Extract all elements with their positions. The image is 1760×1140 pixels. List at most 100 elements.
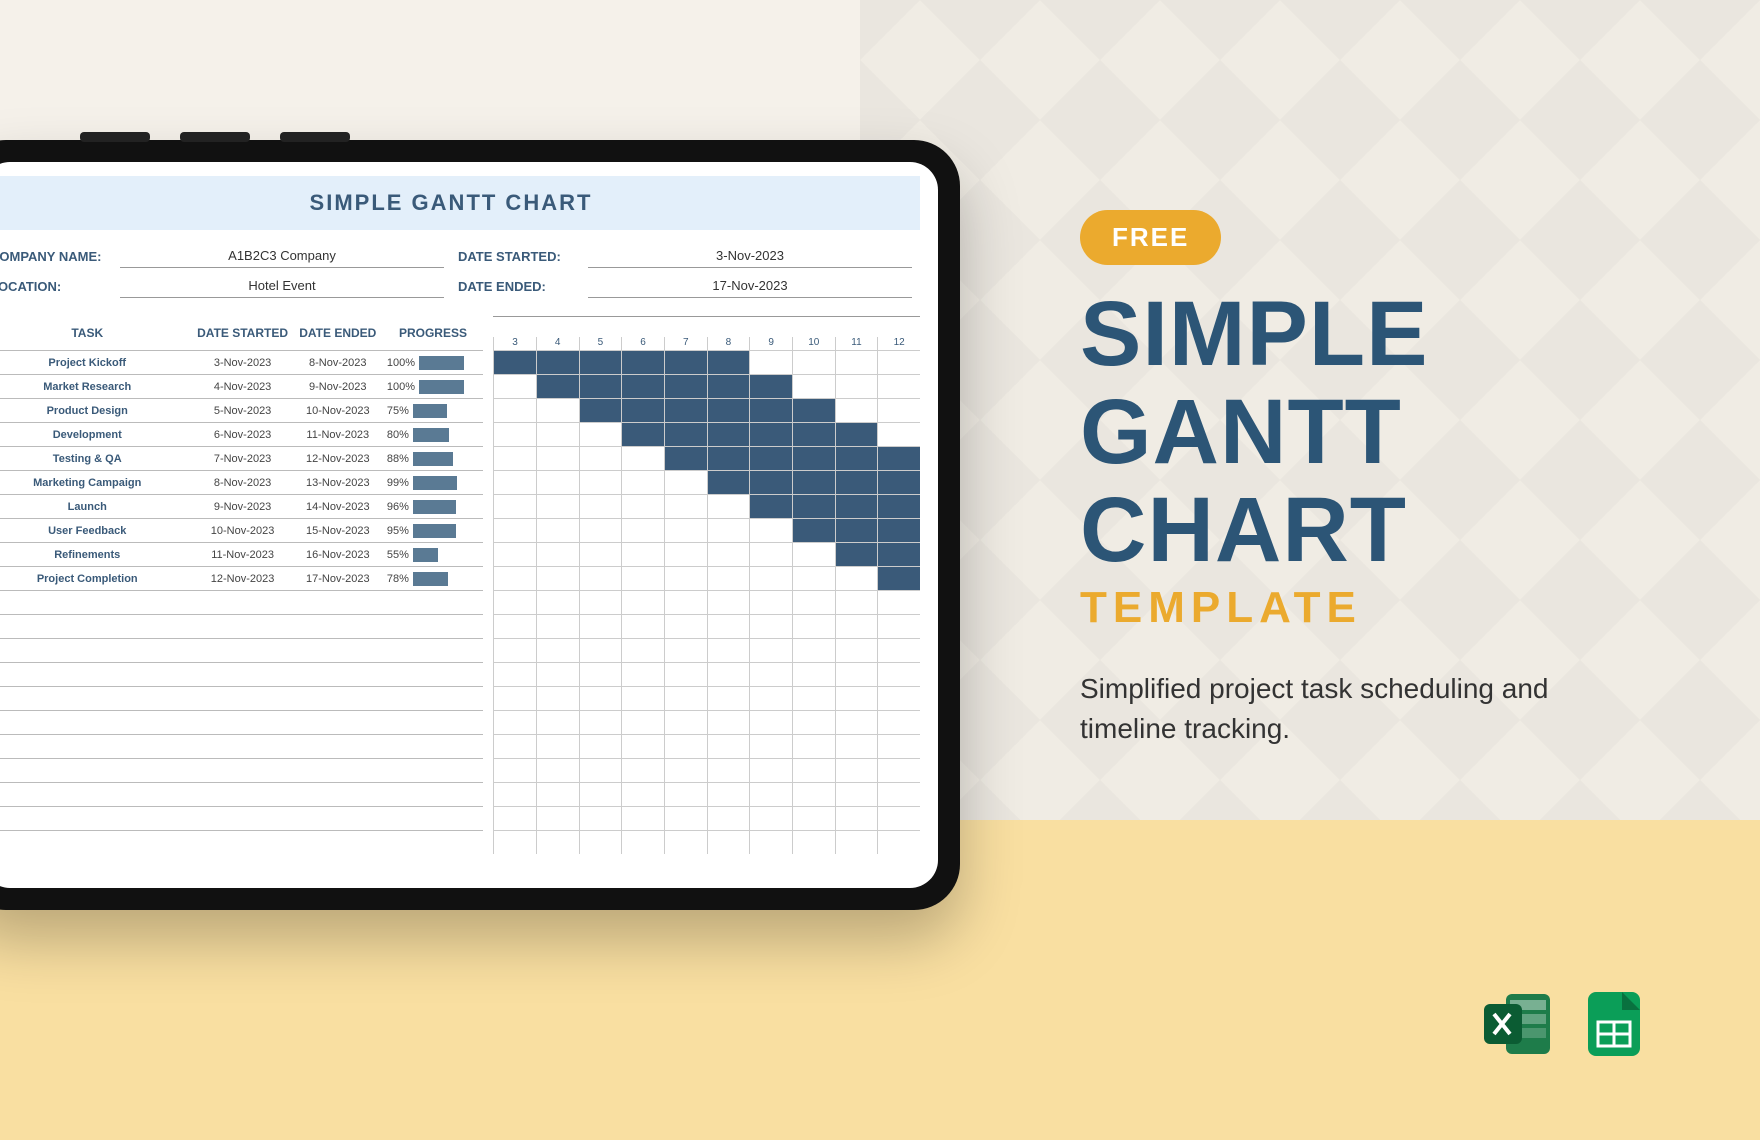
gantt-cell (707, 399, 750, 422)
task-start: 3-Nov-2023 (192, 357, 292, 369)
gantt-cell (835, 447, 878, 470)
empty-row (0, 614, 483, 638)
gantt-cell (493, 423, 536, 446)
task-table: TASK DATE STARTED DATE ENDED PROGRESS Pr… (0, 316, 483, 854)
google-sheets-icon (1578, 988, 1650, 1060)
task-end: 9-Nov-2023 (293, 381, 383, 393)
task-progress: 75% (383, 404, 483, 418)
task-progress: 99% (383, 476, 483, 490)
gantt-cell (664, 567, 707, 590)
gantt-cell (877, 351, 920, 374)
gantt-cell (835, 351, 878, 374)
gantt-cell (835, 423, 878, 446)
gantt-cell (707, 519, 750, 542)
gantt-cell (536, 375, 579, 398)
task-progress: 95% (383, 524, 483, 538)
gantt-cell (707, 543, 750, 566)
task-start: 8-Nov-2023 (192, 477, 292, 489)
gantt-cell (621, 447, 664, 470)
table-row: User Feedback10-Nov-202315-Nov-202395% (0, 518, 483, 542)
gantt-cell (792, 567, 835, 590)
gantt-cell (579, 495, 622, 518)
free-badge: FREE (1080, 210, 1221, 265)
col-task: TASK (0, 326, 192, 340)
gantt-cell (579, 471, 622, 494)
gantt-cell (621, 351, 664, 374)
gantt-empty-row (493, 830, 920, 854)
gantt-cell (621, 567, 664, 590)
gantt-cell (579, 423, 622, 446)
gantt-cell (664, 471, 707, 494)
date-ended-label: DATE ENDED: (458, 279, 588, 294)
task-name: Project Completion (0, 573, 192, 585)
gantt-cell (749, 519, 792, 542)
task-progress: 88% (383, 452, 483, 466)
table-row: Project Kickoff3-Nov-20238-Nov-2023100% (0, 350, 483, 374)
gantt-cell (877, 543, 920, 566)
task-end: 11-Nov-2023 (293, 429, 383, 441)
gantt-cell (536, 351, 579, 374)
gantt-cell (536, 519, 579, 542)
gantt-cell (749, 471, 792, 494)
gantt-cell (792, 471, 835, 494)
gantt-cell (579, 447, 622, 470)
day-header: 3 (493, 337, 536, 350)
excel-icon (1482, 988, 1554, 1060)
gantt-row (493, 422, 920, 446)
gantt-cell (749, 351, 792, 374)
gantt-empty-row (493, 590, 920, 614)
gantt-cell (792, 399, 835, 422)
gantt-cell (749, 495, 792, 518)
tablet-physical-buttons (80, 132, 350, 142)
table-row: Refinements11-Nov-202316-Nov-202355% (0, 542, 483, 566)
meta-row-2: LOCATION:Hotel Event DATE ENDED:17-Nov-2… (0, 274, 920, 298)
task-progress: 55% (383, 548, 483, 562)
task-progress: 78% (383, 572, 483, 586)
promo-template-word: TEMPLATE (1080, 583, 1650, 633)
promo-title-l2: GANTT (1080, 387, 1650, 477)
gantt-cell (792, 495, 835, 518)
empty-row (0, 590, 483, 614)
gantt-cell (621, 543, 664, 566)
gantt-cell (493, 495, 536, 518)
empty-row (0, 710, 483, 734)
gantt-cell (835, 495, 878, 518)
gantt-cell (877, 423, 920, 446)
gantt-empty-row (493, 806, 920, 830)
gantt-cell (835, 543, 878, 566)
gantt-row (493, 566, 920, 590)
promo-panel: FREE SIMPLE GANTT CHART TEMPLATE Simplif… (1080, 210, 1650, 748)
day-header: 12 (877, 337, 920, 350)
gantt-cell (707, 375, 750, 398)
task-name: Project Kickoff (0, 357, 192, 369)
empty-row (0, 686, 483, 710)
gantt-cell (621, 519, 664, 542)
task-progress: 100% (383, 356, 483, 370)
day-header: 6 (621, 337, 664, 350)
tablet-mockup: SIMPLE GANTT CHART COMPANY NAME:A1B2C3 C… (0, 140, 960, 910)
gantt-cell (877, 447, 920, 470)
day-header: 11 (835, 337, 878, 350)
task-name: Launch (0, 501, 192, 513)
task-start: 10-Nov-2023 (192, 525, 292, 537)
day-header: 5 (579, 337, 622, 350)
gantt-row (493, 350, 920, 374)
gantt-cell (835, 471, 878, 494)
task-progress: 96% (383, 500, 483, 514)
gantt-cell (579, 351, 622, 374)
gantt-empty-row (493, 614, 920, 638)
gantt-cell (621, 399, 664, 422)
gantt-cell (749, 423, 792, 446)
gantt-cell (664, 399, 707, 422)
task-end: 13-Nov-2023 (293, 477, 383, 489)
location-label: LOCATION: (0, 279, 120, 294)
gantt-empty-row (493, 734, 920, 758)
gantt-empty-row (493, 758, 920, 782)
task-name: Development (0, 429, 192, 441)
gantt-empty-row (493, 686, 920, 710)
gantt-cell (792, 423, 835, 446)
col-date-ended: DATE ENDED (293, 326, 383, 340)
gantt-cell (579, 375, 622, 398)
table-row: Testing & QA7-Nov-202312-Nov-202388% (0, 446, 483, 470)
empty-row (0, 758, 483, 782)
